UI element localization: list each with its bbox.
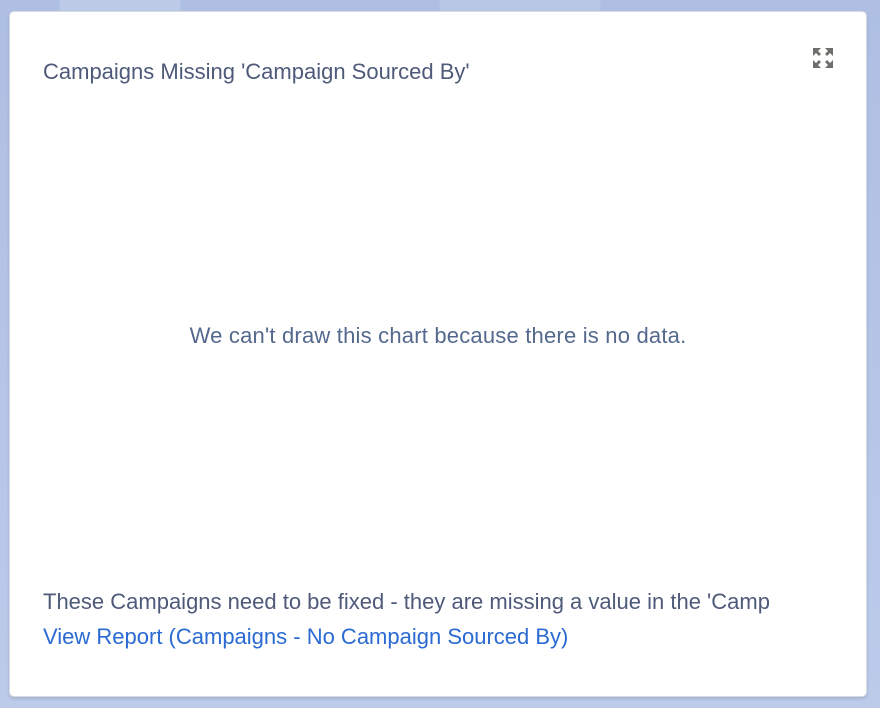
component-title: Campaigns Missing 'Campaign Sourced By' [43,59,470,84]
expand-arrows-icon [813,48,833,68]
no-data-message: We can't draw this chart because there i… [189,323,687,348]
component-footer-description: These Campaigns need to be fixed - they … [43,589,770,614]
dashboard-component-card: Campaigns Missing 'Campaign Sourced By' … [9,11,867,697]
view-report-link[interactable]: View Report (Campaigns - No Campaign Sou… [43,624,568,650]
expand-button[interactable] [810,45,836,71]
